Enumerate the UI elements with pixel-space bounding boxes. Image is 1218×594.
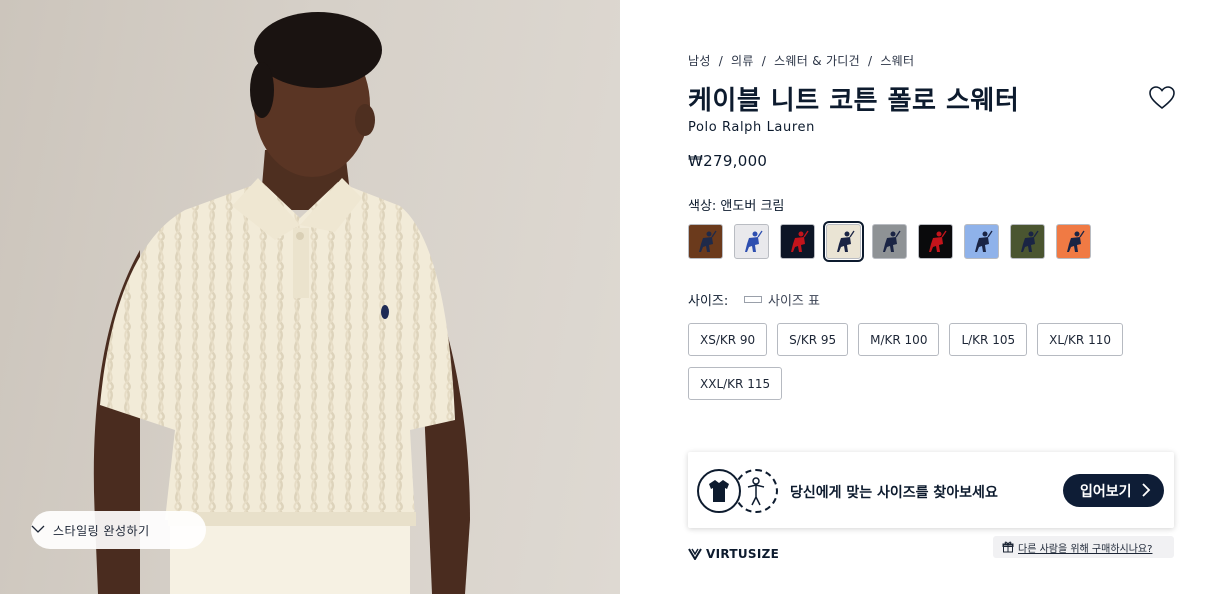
model-photo <box>93 12 470 594</box>
polo-pony-icon <box>699 230 717 252</box>
polo-pony-icon <box>883 230 901 252</box>
styling-button[interactable]: 스타일링 완성하기 <box>31 511 206 549</box>
color-swatch-cream[interactable] <box>823 221 864 262</box>
size-option[interactable]: M/KR 100 <box>858 323 940 356</box>
virtusize-prompt: 당신에게 맞는 사이즈를 찾아보세요 <box>790 485 998 501</box>
try-on-button-label: 입어보기 <box>1080 483 1132 500</box>
wishlist-heart-icon[interactable] <box>1149 86 1175 110</box>
color-swatch-light-blue[interactable] <box>964 224 999 259</box>
polo-pony-icon <box>929 230 947 252</box>
size-option[interactable]: S/KR 95 <box>777 323 849 356</box>
polo-pony-icon <box>745 230 763 252</box>
breadcrumb: 남성 / 의류 / 스웨터 & 가디건 / 스웨터 <box>688 52 914 69</box>
virtusize-logo: VIRTUSIZE <box>688 547 779 561</box>
breadcrumb-item-sweaters[interactable]: 스웨터 <box>880 54 914 68</box>
product-price: ₩279,000 <box>688 152 768 170</box>
ruler-icon <box>744 296 762 303</box>
color-swatch-white[interactable] <box>734 224 769 259</box>
size-option[interactable]: L/KR 105 <box>949 323 1028 356</box>
color-swatch-navy[interactable] <box>780 224 815 259</box>
breadcrumb-separator: / <box>718 54 724 68</box>
color-swatch-black[interactable] <box>918 224 953 259</box>
styling-button-label: 스타일링 완성하기 <box>53 523 150 538</box>
breadcrumb-item-clothing[interactable]: 의류 <box>731 54 754 68</box>
color-label: 색상: 앤도버 크림 <box>688 199 785 214</box>
size-label: 사이즈: <box>688 294 729 309</box>
gift-icon <box>1002 541 1014 553</box>
size-chart-label: 사이즈 표 <box>768 294 820 309</box>
polo-pony-icon <box>837 230 855 252</box>
size-option[interactable]: XS/KR 90 <box>688 323 768 356</box>
polo-pony-icon <box>1067 230 1085 252</box>
try-on-button[interactable]: 입어보기 <box>1063 474 1164 507</box>
chevron-down-icon <box>31 525 45 533</box>
product-details: 남성 / 의류 / 스웨터 & 가디건 / 스웨터 케이블 니트 코튼 폴로 스웨터 Pol… <box>688 0 1178 594</box>
breadcrumb-separator: / <box>761 54 767 68</box>
breadcrumb-separator: / <box>868 54 873 68</box>
color-swatch-brown[interactable] <box>688 224 723 259</box>
color-swatch-olive[interactable] <box>1010 224 1045 259</box>
product-image: 스타일링 완성하기 <box>0 0 620 594</box>
polo-pony-icon <box>791 230 809 252</box>
chevron-right-icon <box>1142 483 1151 497</box>
product-brand: Polo Ralph Lauren <box>688 120 815 135</box>
polo-pony-icon <box>1021 230 1039 252</box>
gift-link[interactable]: 다른 사람을 위해 구매하시나요? <box>993 536 1174 558</box>
virtusize-widget: 당신에게 맞는 사이즈를 찾아보세요 입어보기 <box>688 452 1174 528</box>
virtusize-v-icon <box>688 548 702 560</box>
polo-pony-icon <box>975 230 993 252</box>
shirt-icon <box>697 469 741 513</box>
product-title: 케이블 니트 코튼 폴로 스웨터 <box>688 86 1020 116</box>
breadcrumb-item-sweaters-cardigans[interactable]: 스웨터 & 가디건 <box>774 54 860 68</box>
size-chart-link[interactable]: 사이즈 표 <box>744 290 820 309</box>
color-swatch-orange[interactable] <box>1056 224 1091 259</box>
color-swatch-grey[interactable] <box>872 224 907 259</box>
size-options: XS/KR 90 S/KR 95 M/KR 100 L/KR 105 XL/KR… <box>688 323 1128 400</box>
gift-link-label: 다른 사람을 위해 구매하시나요? <box>1018 543 1153 555</box>
size-option[interactable]: XXL/KR 115 <box>688 367 783 400</box>
breadcrumb-item-men[interactable]: 남성 <box>688 54 711 68</box>
virtusize-logo-text: VIRTUSIZE <box>706 547 780 561</box>
size-option[interactable]: XL/KR 110 <box>1037 323 1123 356</box>
color-swatches <box>688 221 1091 262</box>
